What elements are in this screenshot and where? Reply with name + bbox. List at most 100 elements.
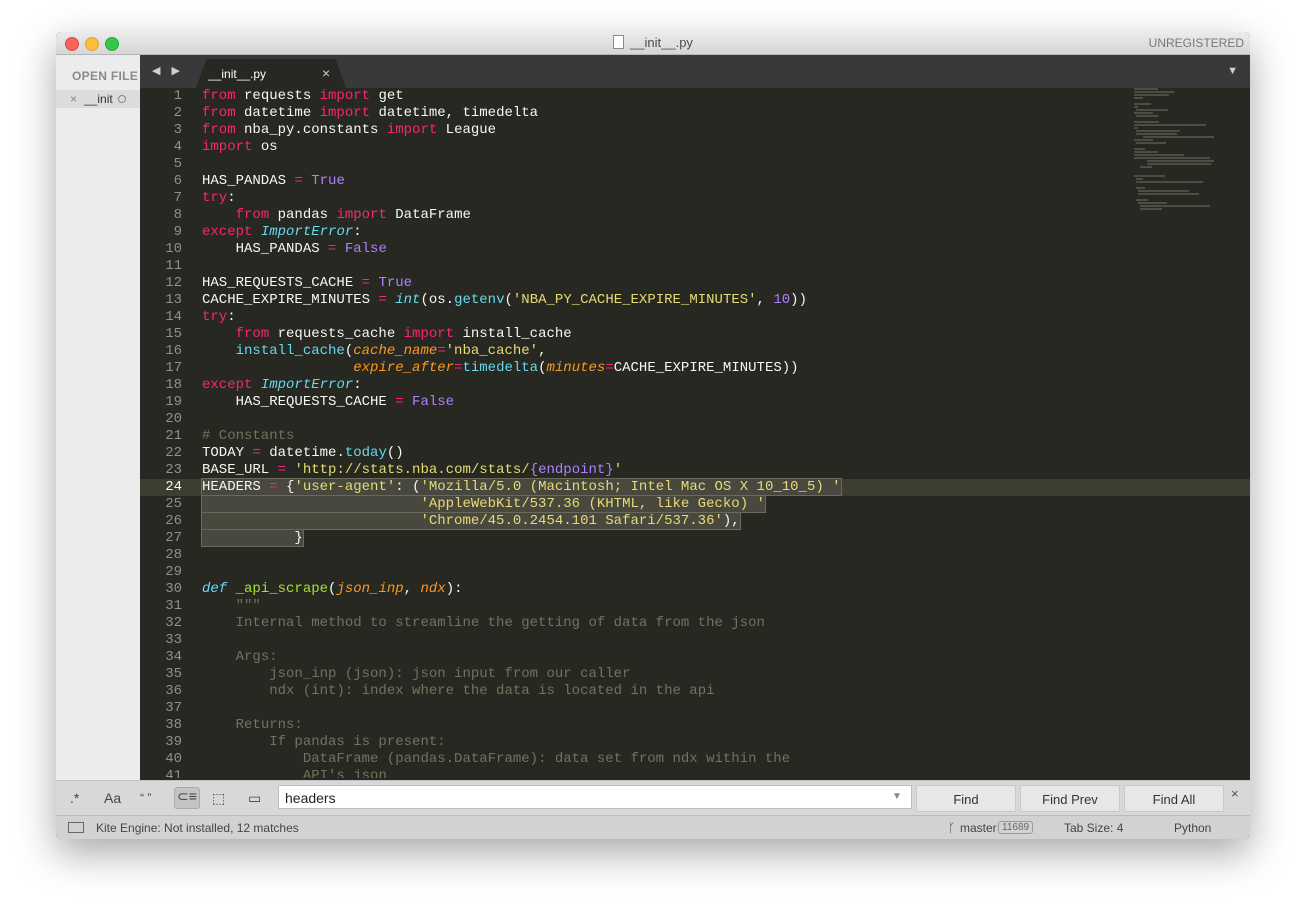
code-editor[interactable]: 1 2 3 4 5 6 7 8 9 10 11 12 13 14 15 16 17 18 19 20 21 22 23 24 2… (140, 88, 1250, 778)
minimap-line (1134, 103, 1151, 105)
tab-close-icon[interactable]: × (322, 65, 330, 81)
code-line[interactable]: from requests_cache import install_cache (202, 326, 1142, 343)
code-line[interactable]: try: (202, 309, 1142, 326)
minimap-line (1134, 127, 1138, 129)
code-line[interactable]: Internal method to streamline the gettin… (202, 615, 1142, 632)
code-line[interactable]: Returns: (202, 717, 1142, 734)
code-line[interactable]: API's json (202, 768, 1142, 778)
minimap-line (1134, 94, 1169, 96)
minimap-line (1136, 178, 1143, 180)
code-line[interactable]: from pandas import DataFrame (202, 207, 1142, 224)
minimap-line (1134, 112, 1153, 114)
code-line[interactable]: except ImportError: (202, 224, 1142, 241)
case-sensitive-toggle[interactable]: Aa (104, 790, 121, 806)
code-line[interactable] (202, 547, 1142, 564)
line-number: 39 (165, 734, 182, 750)
line-number-gutter: 1 2 3 4 5 6 7 8 9 10 11 12 13 14 15 16 17 18 19 20 21 22 23 24 2… (140, 88, 182, 778)
minimap-line (1136, 133, 1177, 135)
code-line[interactable]: # Constants (202, 428, 1142, 445)
code-line[interactable] (202, 700, 1142, 717)
sidebar-file-name[interactable]: __init (84, 92, 113, 106)
minimap-line (1138, 202, 1167, 204)
minimap-line (1136, 181, 1203, 183)
git-branch[interactable]: master (960, 821, 997, 835)
unregistered-label: UNREGISTERED (1148, 36, 1244, 50)
code-line[interactable]: If pandas is present: (202, 734, 1142, 751)
find-prev-button[interactable]: Find Prev (1020, 785, 1120, 812)
line-number: 25 (165, 496, 182, 512)
wrap-toggle[interactable]: ⊂≡ (174, 787, 200, 809)
whole-word-toggle[interactable]: “ ” (140, 791, 151, 805)
git-branch-icon: ᚴ (948, 821, 956, 835)
code-line[interactable] (202, 156, 1142, 173)
minimap[interactable] (1134, 88, 1226, 378)
code-line[interactable]: expire_after=timedelta(minutes=CACHE_EXP… (202, 360, 1142, 377)
minimap-line (1136, 199, 1148, 201)
code-line[interactable]: json_inp (json): json input from our cal… (202, 666, 1142, 683)
line-number: 15 (165, 326, 182, 342)
minimap-line (1134, 151, 1158, 153)
line-number: 16 (165, 343, 182, 359)
find-close-icon[interactable]: × (1231, 786, 1239, 801)
find-input[interactable]: headers (278, 785, 912, 809)
line-number: 6 (173, 173, 182, 189)
syntax-selector[interactable]: Python (1174, 821, 1211, 835)
find-history-dropdown-icon[interactable]: ▼ (892, 791, 902, 802)
code-line[interactable]: from nba_py.constants import League (202, 122, 1142, 139)
line-number: 4 (173, 139, 182, 155)
line-number: 22 (165, 445, 182, 461)
code-line[interactable]: 'Chrome/45.0.2454.101 Safari/537.36'), (201, 512, 1142, 530)
code-line[interactable] (202, 411, 1142, 428)
code-line[interactable]: try: (202, 190, 1142, 207)
minimap-line (1134, 106, 1138, 108)
sidebar-file-item[interactable]: × __init (56, 90, 140, 108)
code-line[interactable] (202, 564, 1142, 581)
find-button[interactable]: Find (916, 785, 1016, 812)
find-all-button[interactable]: Find All (1124, 785, 1224, 812)
code-line[interactable]: BASE_URL = 'http://stats.nba.com/stats/{… (202, 462, 1142, 479)
code-line[interactable]: except ImportError: (202, 377, 1142, 394)
tab-init-py[interactable]: __init__.py × (196, 59, 346, 88)
code-line[interactable]: HEADERS = {'user-agent': ('Mozilla/5.0 (… (201, 478, 1142, 496)
code-line[interactable]: install_cache(cache_name='nba_cache', (202, 343, 1142, 360)
code-line[interactable]: DataFrame (pandas.DataFrame): data set f… (202, 751, 1142, 768)
line-number: 23 (165, 462, 182, 478)
code-line[interactable]: TODAY = datetime.today() (202, 445, 1142, 462)
minimap-line (1136, 187, 1145, 189)
tab-size[interactable]: Tab Size: 4 (1064, 821, 1123, 835)
code-line[interactable]: 'AppleWebKit/537.36 (KHTML, like Gecko) … (201, 495, 1142, 513)
minimap-line (1136, 115, 1158, 117)
code-line[interactable]: HAS_REQUESTS_CACHE = False (202, 394, 1142, 411)
minimap-line (1134, 157, 1210, 159)
code-line[interactable]: } (201, 529, 1142, 547)
line-number: 1 (173, 88, 182, 104)
minimap-line (1134, 124, 1206, 126)
in-selection-toggle[interactable]: ⬚ (212, 790, 225, 807)
close-file-icon[interactable]: × (70, 92, 77, 106)
code-line[interactable]: def _api_scrape(json_inp, ndx): (202, 581, 1142, 598)
highlight-matches-toggle[interactable]: ▭ (248, 790, 261, 807)
code-line[interactable]: ndx (int): index where the data is locat… (202, 683, 1142, 700)
code-line[interactable]: Args: (202, 649, 1142, 666)
code-line[interactable]: HAS_PANDAS = False (202, 241, 1142, 258)
line-number: 30 (165, 581, 182, 597)
code-line[interactable]: from requests import get (202, 88, 1142, 105)
code-line[interactable]: HAS_PANDAS = True (202, 173, 1142, 190)
minimap-line (1134, 88, 1158, 90)
code-line[interactable]: from datetime import datetime, timedelta (202, 105, 1142, 122)
panel-toggle-icon[interactable] (68, 822, 84, 833)
code-area[interactable]: from requests import get from datetime im… (201, 88, 1142, 778)
regex-toggle[interactable]: .* (70, 790, 79, 806)
minimap-line (1136, 109, 1168, 111)
tab-nav-arrows-icon[interactable]: ◀ ▶ (152, 64, 184, 77)
status-bar: Kite Engine: Not installed, 12 matches ᚴ… (56, 815, 1250, 839)
code-line[interactable]: import os (202, 139, 1142, 156)
code-line[interactable] (202, 258, 1142, 275)
status-message: Kite Engine: Not installed, 12 matches (96, 821, 299, 835)
code-line[interactable]: """ (202, 598, 1142, 615)
code-line[interactable]: HAS_REQUESTS_CACHE = True (202, 275, 1142, 292)
line-number: 28 (165, 547, 182, 563)
tab-dropdown-icon[interactable]: ▼ (1227, 65, 1238, 77)
code-line[interactable] (202, 632, 1142, 649)
code-line[interactable]: CACHE_EXPIRE_MINUTES = int(os.getenv('NB… (202, 292, 1142, 309)
